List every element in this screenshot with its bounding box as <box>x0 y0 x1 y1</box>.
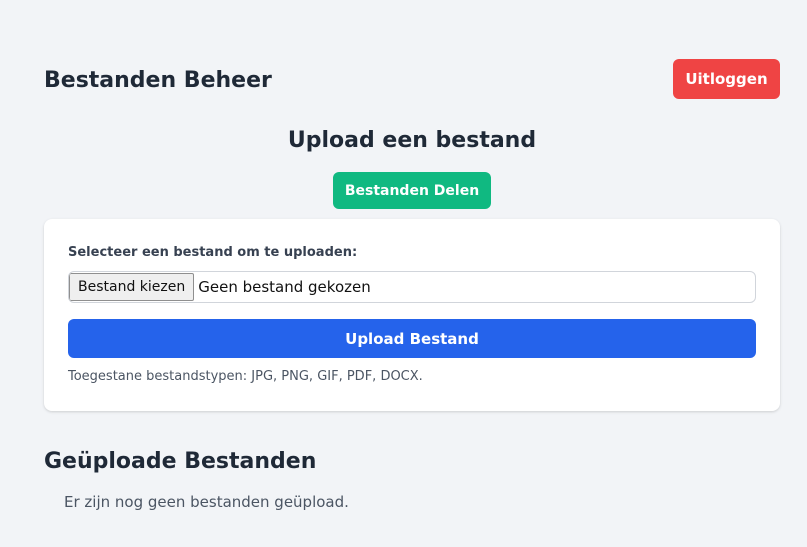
upload-heading: Upload een bestand <box>287 128 537 153</box>
uploaded-files-heading: Geüploade Bestanden <box>44 449 317 474</box>
upload-submit-button[interactable]: Upload Bestand <box>68 319 756 358</box>
choose-file-button[interactable]: Bestand kiezen <box>69 273 195 301</box>
logout-button[interactable]: Uitloggen <box>673 59 780 99</box>
share-files-button[interactable]: Bestanden Delen <box>333 172 491 209</box>
page-title: Bestanden Beheer <box>44 68 272 93</box>
empty-files-message: Er zijn nog geen bestanden geüpload. <box>64 493 349 511</box>
page: Bestanden Beheer Uitloggen Upload een be… <box>0 0 807 547</box>
upload-card: Selecteer een bestand om te uploaden: Be… <box>44 219 780 411</box>
file-input[interactable]: Bestand kiezen Geen bestand gekozen <box>68 271 756 303</box>
file-status-text: Geen bestand gekozen <box>198 278 371 296</box>
allowed-types-hint: Toegestane bestandstypen: JPG, PNG, GIF,… <box>68 369 423 384</box>
file-field-label: Selecteer een bestand om te uploaden: <box>68 245 358 260</box>
